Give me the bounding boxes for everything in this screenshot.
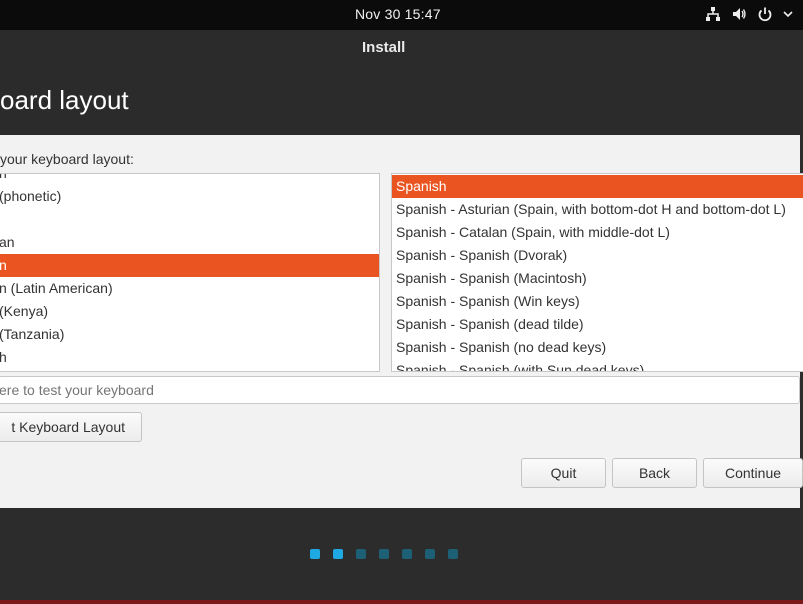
variant-list-item[interactable]: Spanish - Spanish (dead tilde) bbox=[392, 313, 803, 336]
page-title: oard layout bbox=[0, 85, 129, 115]
chevron-down-icon[interactable] bbox=[783, 6, 793, 22]
clock[interactable]: Nov 30 15:47 bbox=[355, 6, 441, 22]
bottom-border bbox=[0, 600, 803, 604]
language-list-item[interactable] bbox=[0, 208, 379, 231]
variant-list-item[interactable]: Spanish - Catalan (Spain, with middle-do… bbox=[392, 221, 803, 244]
detect-layout-button[interactable]: t Keyboard Layout bbox=[0, 412, 142, 442]
power-icon[interactable] bbox=[757, 6, 773, 22]
variant-list-item[interactable]: Spanish - Spanish (with Sun dead keys) bbox=[392, 359, 803, 371]
language-list-item[interactable]: n bbox=[0, 254, 379, 277]
language-list-item[interactable]: (Kenya) bbox=[0, 300, 379, 323]
language-list-item[interactable]: h bbox=[0, 346, 379, 369]
language-list-item[interactable]: (Tanzania) bbox=[0, 323, 379, 346]
variant-list[interactable]: Spanish Spanish - Asturian (Spain, with b… bbox=[391, 173, 803, 372]
progress-footer bbox=[0, 508, 803, 604]
window-titlebar[interactable]: Install bbox=[0, 30, 803, 65]
volume-icon[interactable] bbox=[731, 6, 747, 22]
progress-dot bbox=[425, 549, 435, 559]
progress-dot bbox=[356, 549, 366, 559]
layout-prompt: your keyboard layout: bbox=[0, 151, 134, 167]
page-header: oard layout bbox=[0, 65, 803, 135]
variant-list-item[interactable]: Spanish - Spanish (Win keys) bbox=[392, 290, 803, 313]
progress-dots bbox=[310, 549, 458, 559]
window-title: Install bbox=[362, 39, 406, 56]
progress-dot bbox=[402, 549, 412, 559]
top-panel: Nov 30 15:47 bbox=[0, 0, 803, 30]
language-list-item[interactable]: (phonetic) bbox=[0, 185, 379, 208]
language-list-item[interactable]: an bbox=[0, 231, 379, 254]
language-list[interactable]: n (phonetic)annn (Latin American) (Kenya… bbox=[0, 173, 380, 372]
variant-list-item[interactable]: Spanish - Asturian (Spain, with bottom-d… bbox=[392, 198, 803, 221]
language-list-item[interactable]: n (Latin American) bbox=[0, 277, 379, 300]
network-icon[interactable] bbox=[705, 6, 721, 22]
main-content: your keyboard layout: n (phonetic)annn (… bbox=[0, 135, 803, 508]
variant-list-item[interactable]: Spanish bbox=[392, 175, 803, 198]
variant-list-item[interactable]: Spanish - Spanish (no dead keys) bbox=[392, 336, 803, 359]
progress-dot bbox=[379, 549, 389, 559]
variant-list-item[interactable]: Spanish - Spanish (Dvorak) bbox=[392, 244, 803, 267]
variant-list-item[interactable]: Spanish - Spanish (Macintosh) bbox=[392, 267, 803, 290]
continue-button[interactable]: Continue bbox=[703, 458, 803, 488]
quit-button[interactable]: Quit bbox=[521, 458, 606, 488]
system-tray[interactable] bbox=[705, 6, 793, 22]
back-button[interactable]: Back bbox=[612, 458, 697, 488]
progress-dot bbox=[448, 549, 458, 559]
keyboard-test-input[interactable] bbox=[0, 376, 800, 404]
language-list-item[interactable]: n bbox=[0, 174, 379, 185]
progress-dot bbox=[333, 549, 343, 559]
progress-dot bbox=[310, 549, 320, 559]
